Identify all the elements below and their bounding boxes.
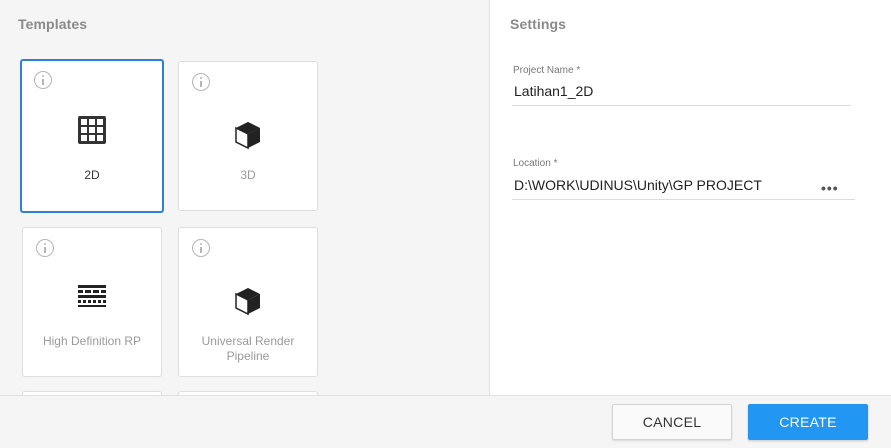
template-card-label: 2D: [84, 168, 100, 182]
info-icon[interactable]: [192, 73, 210, 91]
info-icon[interactable]: [192, 239, 210, 257]
project-name-label: Project Name *: [513, 65, 581, 76]
settings-panel: Settings Project Name * Latihan1_2D Loca…: [489, 0, 891, 395]
browse-location-button[interactable]: •••: [821, 180, 839, 196]
grid-icon: [76, 114, 108, 151]
location-input[interactable]: D:\WORK\UDINUS\Unity\GP PROJECT: [514, 177, 762, 193]
template-card-3d[interactable]: 3D: [178, 61, 318, 211]
project-name-input[interactable]: Latihan1_2D: [514, 83, 593, 99]
hdrp-icon: [77, 284, 107, 313]
project-name-underline: [512, 105, 851, 106]
cancel-button[interactable]: CANCEL: [612, 404, 732, 440]
template-card-label: High Definition RP: [42, 334, 142, 348]
templates-title: Templates: [18, 16, 88, 32]
templates-panel: Templates 2D 3D High Definition RP Unive…: [0, 0, 489, 395]
location-label: Location *: [513, 158, 558, 169]
cube-icon: [233, 120, 263, 155]
template-card-hdrp[interactable]: High Definition RP: [22, 227, 162, 377]
template-card-label: 3D: [240, 168, 256, 182]
info-icon[interactable]: [36, 239, 54, 257]
template-card-urp[interactable]: Universal Render Pipeline: [178, 227, 318, 377]
info-icon[interactable]: [34, 71, 52, 89]
template-card-2d[interactable]: 2D: [20, 59, 164, 213]
settings-title: Settings: [510, 16, 567, 32]
create-button[interactable]: CREATE: [748, 404, 868, 440]
cube-icon: [233, 286, 263, 321]
location-underline: [512, 199, 855, 200]
template-card-label: Universal Render Pipeline: [201, 334, 295, 363]
